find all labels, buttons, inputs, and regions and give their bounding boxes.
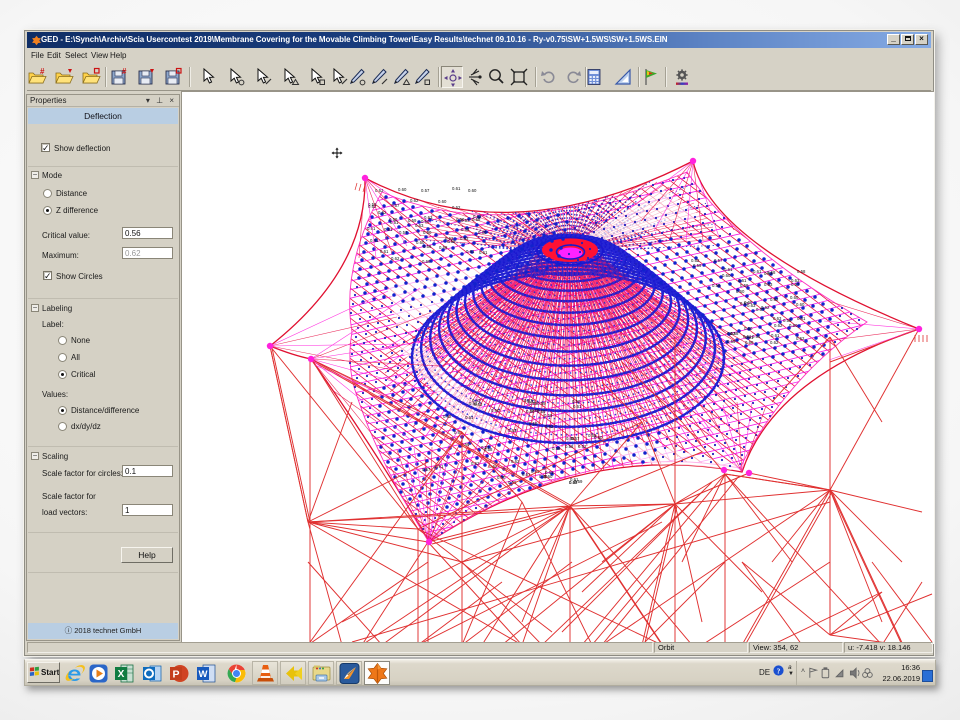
svg-text:0.62: 0.62 [774,323,783,328]
svg-text:0.60: 0.60 [789,323,798,328]
svg-text:0.62: 0.62 [761,305,770,310]
svg-text:0.61: 0.61 [479,250,488,255]
svg-text:0.62: 0.62 [410,198,419,203]
svg-text:0.61: 0.61 [522,472,531,477]
svg-text:0.58: 0.58 [529,421,538,426]
svg-text:0.62: 0.62 [445,236,454,241]
svg-text:0.57: 0.57 [399,230,408,235]
svg-text:0.63: 0.63 [460,236,469,241]
svg-text:0.59: 0.59 [544,413,553,418]
svg-text:0.59: 0.59 [537,401,546,406]
svg-text:?: ? [777,667,781,675]
svg-text:0.60: 0.60 [572,399,581,404]
svg-text:0.62: 0.62 [727,331,736,336]
svg-text:0.63: 0.63 [474,402,483,407]
svg-text:0.63: 0.63 [415,223,424,228]
svg-text:0.58: 0.58 [797,269,806,274]
svg-text:0.60: 0.60 [422,259,431,264]
svg-text:0.62: 0.62 [443,414,452,419]
svg-text:0.60: 0.60 [722,273,731,278]
svg-text:0.62: 0.62 [691,258,700,263]
svg-text:0.60: 0.60 [744,300,753,305]
svg-text:0.60: 0.60 [736,289,745,294]
svg-text:0.61: 0.61 [724,267,733,272]
svg-text:0.60: 0.60 [790,295,799,300]
svg-text:0.57: 0.57 [481,445,490,450]
svg-text:0.62: 0.62 [770,297,779,302]
svg-text:0.58: 0.58 [767,270,776,275]
svg-text:0.57: 0.57 [421,188,430,193]
svg-text:0.59: 0.59 [408,218,417,223]
svg-text:0.63: 0.63 [508,428,517,433]
svg-text:0.63: 0.63 [375,188,384,193]
svg-text:0.61: 0.61 [370,238,379,243]
svg-text:0.57: 0.57 [791,282,800,287]
svg-text:0.63: 0.63 [764,282,773,287]
svg-text:0.59: 0.59 [740,283,749,288]
svg-text:0.60: 0.60 [796,302,805,307]
svg-text:0.57: 0.57 [524,398,533,403]
svg-text:0.59: 0.59 [727,339,736,344]
svg-text:0.58: 0.58 [439,245,448,250]
svg-text:0.60: 0.60 [539,474,548,479]
svg-text:0.60: 0.60 [744,326,753,331]
svg-text:0.60: 0.60 [491,408,500,413]
svg-text:0.62: 0.62 [770,340,779,345]
svg-text:0.61: 0.61 [465,415,474,420]
svg-text:0.60: 0.60 [478,230,487,235]
svg-text:0.59: 0.59 [693,263,702,268]
svg-text:0.61: 0.61 [380,249,389,254]
svg-text:0.62: 0.62 [452,205,461,210]
svg-text:0.60: 0.60 [526,409,535,414]
svg-text:0.60: 0.60 [423,230,432,235]
svg-text:0.60: 0.60 [398,187,407,192]
svg-text:0.61: 0.61 [797,316,806,321]
svg-text:0.62: 0.62 [511,459,520,464]
svg-text:0.60: 0.60 [456,217,465,222]
svg-text:X: X [118,669,125,680]
svg-text:0.57: 0.57 [571,436,580,441]
svg-text:#: # [122,67,127,76]
svg-text:0.58: 0.58 [423,244,432,249]
svg-text:0.57: 0.57 [391,203,400,208]
svg-text:0.61: 0.61 [771,333,780,338]
svg-text:0.61: 0.61 [745,335,754,340]
svg-text:0.59: 0.59 [574,479,583,484]
svg-text:0.61: 0.61 [573,404,582,409]
svg-text:W: W [199,669,208,680]
svg-text:0.60: 0.60 [438,199,447,204]
svg-text:0.63: 0.63 [773,316,782,321]
svg-text:0.58: 0.58 [565,444,574,449]
svg-text:0.61: 0.61 [452,186,461,191]
svg-text:0.58: 0.58 [552,446,561,451]
svg-text:0.61: 0.61 [753,269,762,274]
svg-text:0.59: 0.59 [588,433,597,438]
svg-text:0.62: 0.62 [545,424,554,429]
svg-text:0.59: 0.59 [712,283,721,288]
svg-text:0.62: 0.62 [796,336,805,341]
svg-text:0.62: 0.62 [391,256,400,261]
svg-text:0.61: 0.61 [466,249,475,254]
svg-text:0.57: 0.57 [714,258,723,263]
svg-text:P: P [172,669,179,681]
svg-text:0.60: 0.60 [745,340,754,345]
svg-text:0.61: 0.61 [384,227,393,232]
svg-text:0.62: 0.62 [578,444,587,449]
svg-text:#: # [40,67,45,76]
svg-text:0.60: 0.60 [468,188,477,193]
svg-text:0.62: 0.62 [461,227,470,232]
svg-text:0.57: 0.57 [422,467,431,472]
svg-text:0.58: 0.58 [472,217,481,222]
svg-text:0.62: 0.62 [378,210,387,215]
